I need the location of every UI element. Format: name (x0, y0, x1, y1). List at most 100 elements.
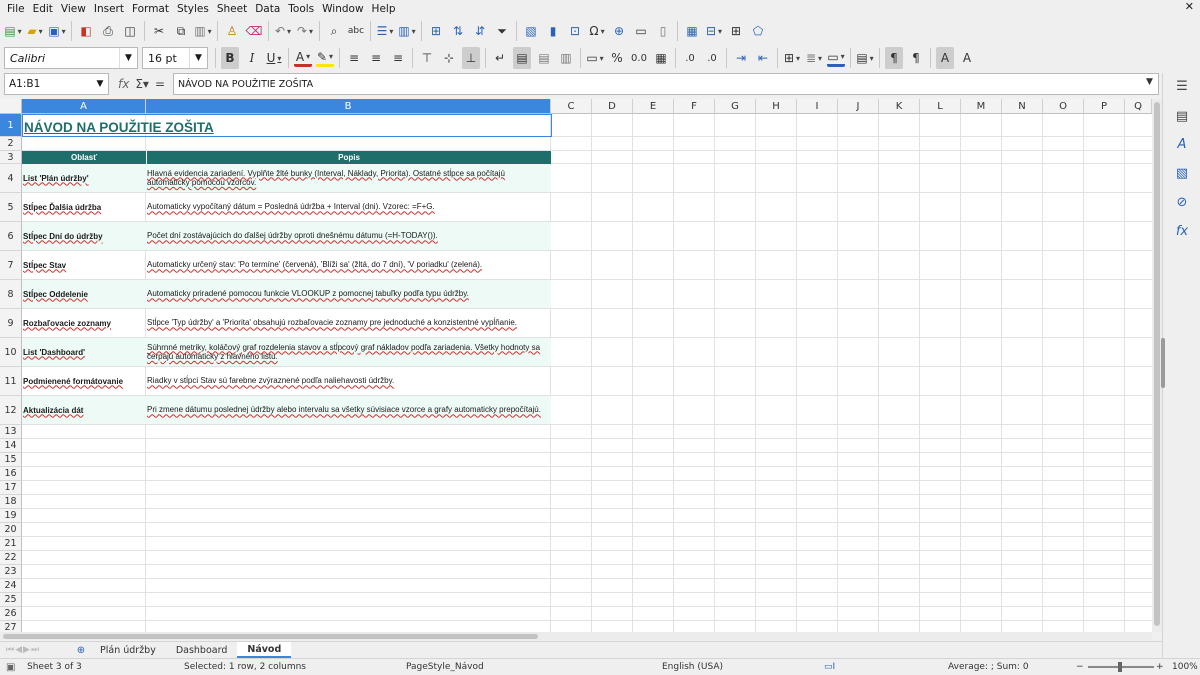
close-document-icon[interactable]: ✕ (1185, 0, 1194, 13)
row-header[interactable]: 11 (0, 367, 22, 396)
print-icon[interactable]: ⎙ (99, 20, 117, 42)
column-header[interactable]: D (592, 99, 633, 114)
comment-icon[interactable]: ▭ (632, 20, 650, 42)
row-header[interactable]: 10 (0, 338, 22, 367)
oblast-cell[interactable]: Stĺpec Oddelenie (22, 280, 146, 309)
row-header[interactable]: 4 (0, 164, 22, 193)
function-wizard-icon[interactable]: fx (118, 77, 129, 91)
header-popis[interactable]: Popis (146, 151, 551, 164)
open-folder-icon[interactable]: ▰ (26, 20, 44, 42)
functions-icon[interactable]: fx (1173, 222, 1191, 240)
horizontal-scrollbar[interactable] (0, 632, 1152, 640)
menu-help[interactable]: Help (369, 3, 399, 15)
row-header[interactable]: 7 (0, 251, 22, 280)
pivot-table-icon[interactable]: ⊡ (566, 20, 584, 42)
menu-format[interactable]: Format (129, 3, 172, 15)
column-header[interactable]: M (961, 99, 1002, 114)
freeze-rows-columns-icon[interactable]: ⊟ (705, 20, 723, 42)
number-format-icon[interactable]: 0.0 (630, 47, 648, 69)
find-replace-icon[interactable]: ⌕ (325, 20, 343, 42)
scrollbar-thumb[interactable] (3, 634, 538, 639)
popis-cell[interactable]: Automaticky priradené pomocou funkcie VL… (146, 280, 551, 309)
menu-edit[interactable]: Edit (30, 3, 56, 15)
tab-plan-udrzby[interactable]: Plán údržby (90, 642, 166, 658)
export-pdf-icon[interactable]: ◧ (77, 20, 95, 42)
border-style-icon[interactable]: ≣ (805, 47, 823, 69)
font-name-box[interactable]: Calibri ▼ (4, 47, 138, 69)
add-decimal-icon[interactable]: .0 (681, 47, 699, 69)
row-header[interactable]: 27 (0, 621, 22, 632)
formula-equals-icon[interactable]: = (155, 77, 165, 91)
next-sheet-icon[interactable]: ▶ (23, 645, 30, 655)
zoom-level[interactable]: 100% (1172, 662, 1198, 672)
border-color-icon[interactable]: ▭ (827, 49, 845, 67)
currency-format-icon[interactable]: ▭ (586, 47, 604, 69)
row-header[interactable]: 21 (0, 537, 22, 551)
formula-input[interactable]: NÁVOD NA POUŽITIE ZOŠITA (173, 73, 1159, 95)
merge-center-icon[interactable]: ▤ (513, 47, 531, 69)
tab-navod[interactable]: Návod (237, 642, 292, 658)
column-header[interactable]: A (22, 99, 146, 114)
oblast-cell[interactable]: Rozbaľovacie zoznamy (22, 309, 146, 338)
menu-tools[interactable]: Tools (285, 3, 317, 15)
sort-descending-icon[interactable]: ⇵ (471, 20, 489, 42)
oblast-cell[interactable]: Podmienené formátovanie (22, 367, 146, 396)
last-sheet-icon[interactable]: ⏭ (31, 645, 39, 655)
row-header[interactable]: 19 (0, 509, 22, 523)
align-bottom-icon[interactable]: ⊥ (462, 47, 480, 69)
popis-cell[interactable]: Automaticky vypočítaný dátum = Posledná … (146, 193, 551, 222)
sidebar-resize-handle[interactable] (1161, 338, 1165, 388)
row-header[interactable]: 6 (0, 222, 22, 251)
column-header[interactable]: Q (1125, 99, 1152, 114)
column-header[interactable]: L (920, 99, 961, 114)
title-cell[interactable]: NÁVOD NA POUŽITIE ZOŠITA (22, 114, 552, 137)
font-size-box[interactable]: 16 pt ▼ (142, 47, 208, 69)
chevron-down-icon[interactable]: ▼ (92, 74, 108, 94)
text-vertical-icon[interactable]: A (958, 47, 976, 69)
row-header[interactable]: 2 (0, 137, 22, 151)
insert-chart-icon[interactable]: ▮ (544, 20, 562, 42)
borders-icon[interactable]: ⊞ (783, 47, 801, 69)
unmerge-cells-icon[interactable]: ▥ (557, 47, 575, 69)
oblast-cell[interactable]: Aktualizácia dát (22, 396, 146, 425)
column-header[interactable]: O (1043, 99, 1084, 114)
increase-indent-icon[interactable]: ⇥ (732, 47, 750, 69)
row-header[interactable]: 9 (0, 309, 22, 338)
scrollbar-thumb[interactable] (1154, 102, 1160, 626)
highlight-color-icon[interactable]: ✎ (316, 49, 334, 67)
status-page-style[interactable]: PageStyle_Návod (406, 662, 484, 672)
delete-decimal-icon[interactable]: .0 (703, 47, 721, 69)
row-header[interactable]: 20 (0, 523, 22, 537)
insert-image-icon[interactable]: ▧ (522, 20, 540, 42)
align-left-icon[interactable]: ≡ (345, 47, 363, 69)
column-header[interactable]: K (879, 99, 920, 114)
merge-cells-icon[interactable]: ▤ (535, 47, 553, 69)
styles-icon[interactable]: A (1173, 135, 1191, 153)
wrap-text-icon[interactable]: ↵ (491, 47, 509, 69)
menu-sheet[interactable]: Sheet (214, 3, 250, 15)
sidebar-menu-icon[interactable]: ☰ (1173, 77, 1191, 95)
add-sheet-icon[interactable]: ⊕ (72, 645, 90, 656)
row-header[interactable]: 8 (0, 280, 22, 309)
select-all-corner[interactable] (0, 99, 22, 114)
column-icon[interactable]: ▥ (398, 20, 416, 42)
menu-data[interactable]: Data (252, 3, 283, 15)
undo-icon[interactable]: ↶ (274, 20, 292, 42)
row-header[interactable]: 13 (0, 425, 22, 439)
header-oblast[interactable]: Oblasť (22, 151, 146, 164)
zoom-in-icon[interactable]: + (1156, 662, 1164, 672)
popis-cell[interactable]: Stĺpce 'Typ údržby' a 'Priorita' obsahuj… (146, 309, 551, 338)
selection-mode-icon[interactable]: ▭I (824, 662, 835, 672)
menu-insert[interactable]: Insert (91, 3, 127, 15)
row-header[interactable]: 12 (0, 396, 22, 425)
row-header[interactable]: 5 (0, 193, 22, 222)
row-header[interactable]: 3 (0, 151, 22, 164)
oblast-cell[interactable]: Stĺpec Stav (22, 251, 146, 280)
menu-window[interactable]: Window (319, 3, 366, 15)
row-header[interactable]: 14 (0, 439, 22, 453)
row-header[interactable]: 25 (0, 593, 22, 607)
chevron-down-icon[interactable]: ▼ (189, 48, 207, 68)
row-header[interactable]: 26 (0, 607, 22, 621)
row-header[interactable]: 18 (0, 495, 22, 509)
clone-formatting-icon[interactable]: ♙ (223, 20, 241, 42)
